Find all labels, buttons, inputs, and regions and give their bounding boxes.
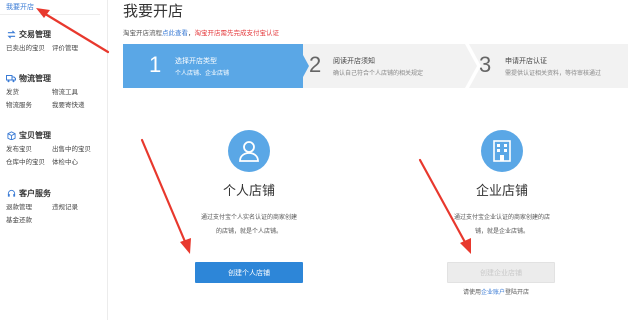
page-title: 我要开店 bbox=[123, 3, 184, 20]
company-store-card: 企业店铺 通过支付宝企业认证的商家创建的店 铺，就是企业店铺。 bbox=[407, 130, 597, 239]
step-title: 选择开店类型 bbox=[175, 58, 217, 65]
desc-line: 通过支付宝企业认证的商家创建的店 bbox=[453, 215, 550, 221]
sidebar-group-header[interactable]: 交易管理 bbox=[6, 28, 106, 40]
sidebar-link[interactable]: 基金还款 bbox=[6, 214, 52, 224]
building-icon bbox=[481, 130, 523, 172]
sidebar-link[interactable]: 发货 bbox=[6, 86, 52, 96]
step-chevron-active bbox=[295, 44, 309, 88]
company-store-title: 企业店铺 bbox=[475, 183, 528, 198]
company-login-hint: 请使用企业账户登陆开店 bbox=[463, 287, 529, 296]
divider bbox=[0, 14, 100, 15]
step-1-active: 1 选择开店类型 个人店铺、企业店铺 bbox=[123, 44, 303, 88]
step-number: 1 bbox=[149, 52, 162, 77]
sidebar-link[interactable]: 发布宝贝 bbox=[6, 143, 52, 153]
step-3: 3 申请开店认证 需提供认证相关资料，等待审核通过 bbox=[461, 44, 628, 88]
company-store-desc: 通过支付宝企业认证的商家创建的店 铺，就是企业店铺。 bbox=[407, 211, 597, 239]
alipay-warning: 淘宝开店需先完成支付宝认证 bbox=[194, 30, 280, 37]
arrowhead bbox=[180, 238, 191, 254]
process-link[interactable]: 点此查看 bbox=[162, 30, 188, 37]
sidebar-link[interactable]: 出售中的宝贝 bbox=[52, 143, 98, 153]
sidebar-link[interactable]: 已卖出的宝贝 bbox=[6, 42, 52, 52]
desc-line: 铺，就是企业店铺。 bbox=[474, 229, 529, 235]
sidebar-group-logistics: 物流管理 发货 物流工具 物流服务 我要寄快递 bbox=[6, 72, 106, 110]
sidebar-link[interactable]: 物流工具 bbox=[52, 86, 98, 96]
sidebar-group-header[interactable]: 宝贝管理 bbox=[6, 129, 106, 141]
step-desc: 需提供认证相关资料，等待审核通过 bbox=[505, 71, 602, 77]
box-icon bbox=[6, 130, 16, 140]
sidebar-item-open-store[interactable]: 我要开店 bbox=[6, 2, 34, 12]
sidebar-link[interactable]: 退款管理 bbox=[6, 201, 52, 211]
exchange-icon bbox=[6, 29, 16, 39]
sidebar-group-trade: 交易管理 已卖出的宝贝 评价管理 bbox=[6, 28, 106, 53]
sidebar-group-header[interactable]: 客户服务 bbox=[6, 187, 106, 199]
create-company-store-button[interactable]: 创建企业店铺 bbox=[447, 262, 555, 283]
personal-store-title: 个人店铺 bbox=[222, 183, 275, 198]
sidebar-link[interactable]: 物流服务 bbox=[6, 99, 52, 109]
sidebar-link[interactable]: 我要寄快递 bbox=[52, 99, 98, 109]
step-chevron bbox=[461, 44, 481, 88]
hint-text: 请使用 bbox=[463, 290, 482, 296]
step-progress: 3 申请开店认证 需提供认证相关资料，等待审核通过 2 阅读开店须知 确认自己符… bbox=[123, 44, 628, 88]
sidebar-group-title: 交易管理 bbox=[19, 29, 51, 39]
person-icon bbox=[228, 130, 270, 172]
step-desc: 个人店铺、企业店铺 bbox=[175, 71, 230, 77]
personal-store-desc: 通过支付宝个人实名认证的商家创建 的店铺，就是个人店铺。 bbox=[154, 211, 344, 239]
personal-store-card: 个人店铺 通过支付宝个人实名认证的商家创建 的店铺，就是个人店铺。 bbox=[154, 130, 344, 239]
sidebar-group-title: 宝贝管理 bbox=[19, 130, 51, 140]
company-account-link[interactable]: 企业账户 bbox=[481, 290, 505, 296]
notice-text: 淘宝开店流程 bbox=[123, 30, 162, 37]
step-desc: 确认自己符合个人店铺的相关规定 bbox=[333, 71, 424, 77]
sidebar: 我要开店 交易管理 已卖出的宝贝 评价管理 物流管理 发货 物流工具 物流服务 bbox=[0, 0, 108, 320]
hint-text: 登陆开店 bbox=[505, 290, 530, 296]
sidebar-group-title: 物流管理 bbox=[19, 73, 51, 83]
sidebar-link[interactable]: 评价管理 bbox=[52, 42, 98, 52]
headset-icon bbox=[6, 188, 16, 198]
sidebar-group-title: 客户服务 bbox=[19, 188, 51, 198]
sidebar-link[interactable]: 体检中心 bbox=[52, 156, 98, 166]
step-2: 2 阅读开店须知 确认自己符合个人店铺的相关规定 bbox=[295, 44, 469, 88]
sidebar-group-service: 客户服务 退款管理 违规记录 基金还款 bbox=[6, 187, 106, 225]
desc-line: 通过支付宝个人实名认证的商家创建 bbox=[200, 215, 297, 221]
step-title: 阅读开店须知 bbox=[333, 58, 375, 65]
sidebar-link[interactable]: 仓库中的宝贝 bbox=[6, 156, 52, 166]
sidebar-link[interactable]: 违规记录 bbox=[52, 201, 98, 211]
create-personal-store-button[interactable]: 创建个人店铺 bbox=[195, 262, 303, 283]
step-title: 申请开店认证 bbox=[505, 58, 547, 65]
arrowhead bbox=[460, 238, 471, 254]
sidebar-group-items: 宝贝管理 发布宝贝 出售中的宝贝 仓库中的宝贝 体检中心 bbox=[6, 129, 106, 167]
truck-icon bbox=[6, 73, 16, 83]
process-notice: 淘宝开店流程点此查看，淘宝开店需先完成支付宝认证 bbox=[123, 27, 279, 37]
sidebar-group-header[interactable]: 物流管理 bbox=[6, 72, 106, 84]
desc-line: 的店铺，就是个人店铺。 bbox=[215, 229, 282, 235]
